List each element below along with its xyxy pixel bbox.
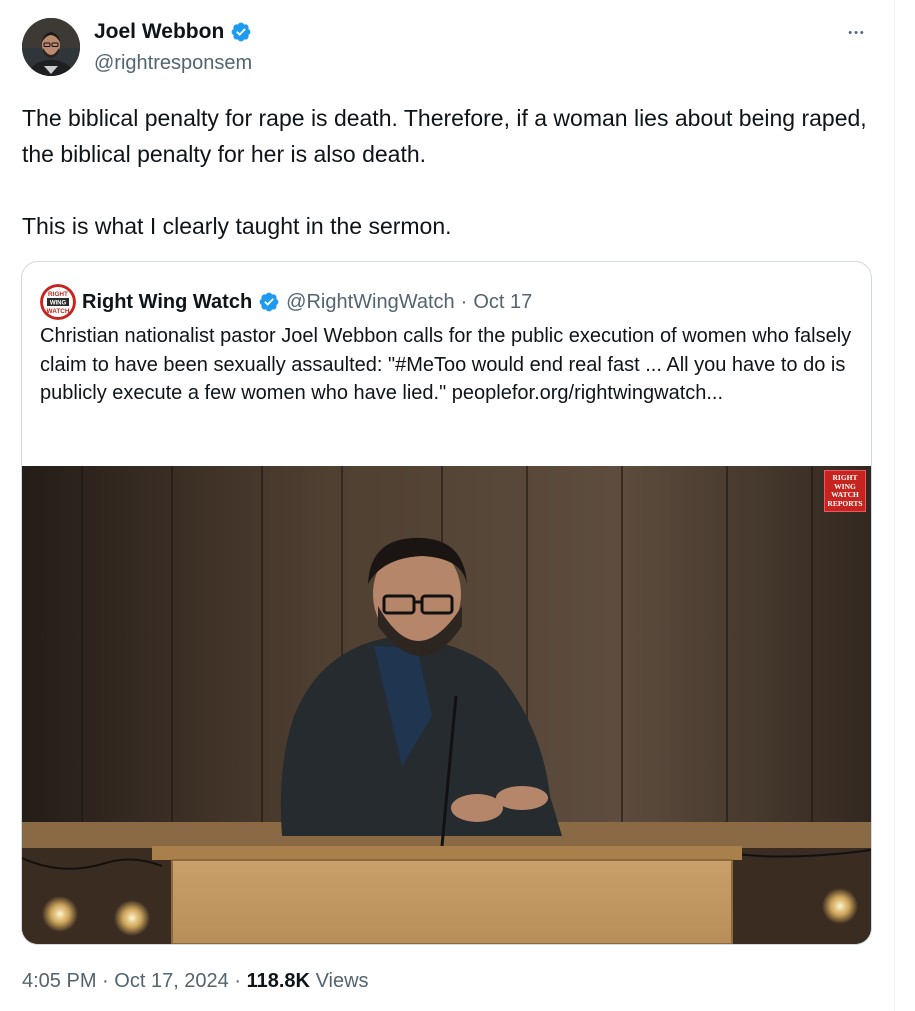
tweet-text: The biblical penalty for rape is death. … [22,100,872,244]
views-count: 118.8K [246,970,310,992]
badge-line: REPORTS [827,498,863,508]
tweet-paragraph: The biblical penalty for rape is death. … [22,105,867,167]
author-handle[interactable]: @rightresponsem [94,52,252,75]
verified-badge-icon [230,21,252,43]
more-horizontal-icon: ••• [848,27,866,39]
column-border [894,0,895,1011]
logo-text-wing: WING [50,300,67,306]
tweet-metadata: 4:05 PM · Oct 17, 2024 · 118.8K Views [22,970,369,993]
views-label: Views [315,970,369,992]
video-frame-illustration [22,466,871,944]
tweet-paragraph: This is what I clearly taught in the ser… [22,213,452,239]
author-name[interactable]: Joel Webbon [94,20,252,44]
quoted-tweet-card[interactable]: RIGHT WING WATCH Right Wing Watch @Right… [21,261,872,945]
logo-text-watch: WATCH [47,308,70,315]
author-avatar[interactable] [22,18,80,76]
author-name-text[interactable]: Joel Webbon [94,20,224,44]
right-wing-watch-logo[interactable]: RIGHT WING WATCH [40,284,76,320]
quoted-author-handle[interactable]: @RightWingWatch [286,291,455,314]
tweet: Joel Webbon @rightresponsem ••• The bibl… [0,0,894,1011]
video-thumbnail[interactable]: RIGHT WING WATCH REPORTS [22,466,871,944]
separator-dot: · [102,970,109,992]
quoted-tweet-text: Christian nationalist pastor Joel Webbon… [40,325,852,404]
quoted-tweet-header: RIGHT WING WATCH Right Wing Watch @Right… [40,284,532,320]
separator-dot: · [234,970,242,992]
quoted-date[interactable]: Oct 17 [473,291,532,314]
more-options-button[interactable]: ••• [842,20,872,44]
tweet-time[interactable]: 4:05 PM [22,970,96,992]
tweet-date[interactable]: Oct 17, 2024 [114,970,229,992]
right-wing-watch-reports-badge: RIGHT WING WATCH REPORTS [824,470,866,512]
verified-badge-icon [258,291,280,313]
logo-text-right: RIGHT [48,291,68,298]
separator-dot: · [460,290,468,313]
quoted-author-name[interactable]: Right Wing Watch [82,291,252,314]
